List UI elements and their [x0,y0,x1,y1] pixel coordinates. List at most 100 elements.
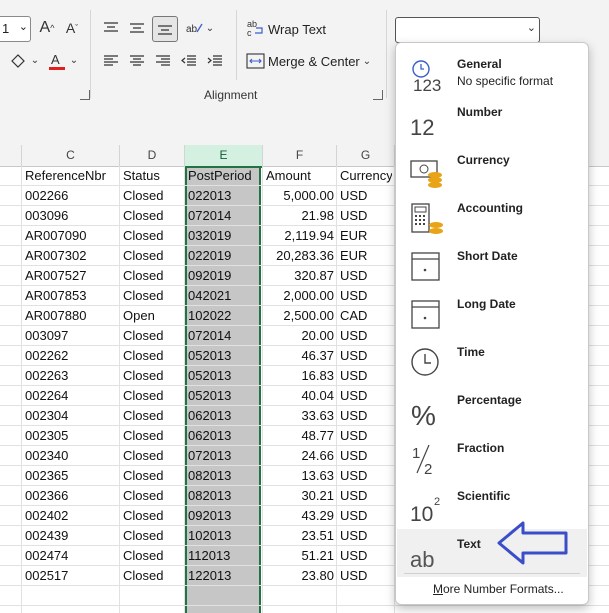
table-cell[interactable]: 002402 [25,506,117,526]
table-cell[interactable]: 5,000.00 [266,186,334,206]
table-cell[interactable]: Closed [123,326,182,346]
header-cell[interactable]: Amount [266,166,334,186]
column-header-d[interactable]: D [120,145,185,167]
table-cell[interactable]: Closed [123,506,182,526]
font-color-dropdown[interactable]: ⌄ [69,54,79,66]
number-format-item-short-date[interactable]: Short Date [397,241,587,289]
table-cell[interactable]: Closed [123,486,182,506]
table-cell[interactable]: USD [340,486,392,506]
table-cell[interactable]: 092019 [188,266,260,286]
number-format-item-currency[interactable]: Currency [397,145,587,193]
fill-color-dropdown[interactable]: ⌄ [30,54,40,66]
column-header-e[interactable]: E [185,145,263,168]
fill-color-button[interactable] [6,50,32,72]
table-cell[interactable]: 122013 [188,566,260,586]
table-cell[interactable]: 13.63 [266,466,334,486]
table-cell[interactable]: AR007302 [25,246,117,266]
table-cell[interactable]: 112013 [188,546,260,566]
number-format-combobox[interactable]: ⌄ [395,17,540,43]
table-cell[interactable]: 2,000.00 [266,286,334,306]
more-number-formats-link[interactable]: More Number Formats... [433,582,564,596]
table-cell[interactable]: USD [340,446,392,466]
table-cell[interactable]: 002263 [25,366,117,386]
table-cell[interactable]: 40.04 [266,386,334,406]
table-cell[interactable]: 102022 [188,306,260,326]
table-cell[interactable]: 082013 [188,486,260,506]
table-cell[interactable]: 002264 [25,386,117,406]
header-cell[interactable]: ReferenceNbr [25,166,117,186]
align-right-button[interactable] [152,50,174,72]
column-header-c[interactable]: C [22,145,120,167]
table-cell[interactable]: Closed [123,426,182,446]
table-cell[interactable]: 002266 [25,186,117,206]
merge-center-button[interactable] [246,51,266,71]
table-cell[interactable]: 24.66 [266,446,334,466]
table-cell[interactable]: USD [340,426,392,446]
table-cell[interactable]: USD [340,466,392,486]
font-size-combobox[interactable]: 1 ⌄ [0,16,31,42]
table-cell[interactable]: 042021 [188,286,260,306]
table-cell[interactable]: 2,500.00 [266,306,334,326]
merge-center-label[interactable]: Merge & Center [268,54,360,69]
orientation-button[interactable]: ab [183,17,205,39]
number-format-item-number[interactable]: 12 Number [397,97,587,145]
table-cell[interactable]: 21.98 [266,206,334,226]
table-cell[interactable]: 33.63 [266,406,334,426]
number-format-item-percentage[interactable]: % Percentage [397,385,587,433]
table-cell[interactable]: Closed [123,346,182,366]
table-cell[interactable]: 072014 [188,326,260,346]
top-align-button[interactable] [100,17,122,39]
table-cell[interactable]: 20,283.36 [266,246,334,266]
table-cell[interactable]: USD [340,266,392,286]
table-cell[interactable]: 002304 [25,406,117,426]
table-cell[interactable]: 48.77 [266,426,334,446]
increase-indent-button[interactable] [204,50,226,72]
align-left-button[interactable] [100,50,122,72]
table-cell[interactable]: 052013 [188,386,260,406]
increase-font-size-button[interactable]: A ^ [37,18,57,38]
table-cell[interactable]: Closed [123,226,182,246]
table-cell[interactable]: USD [340,186,392,206]
table-cell[interactable]: 003096 [25,206,117,226]
table-cell[interactable]: USD [340,406,392,426]
table-cell[interactable]: AR007527 [25,266,117,286]
table-cell[interactable]: 23.80 [266,566,334,586]
wrap-text-label[interactable]: Wrap Text [268,22,326,37]
table-cell[interactable]: 2,119.94 [266,226,334,246]
table-cell[interactable]: USD [340,506,392,526]
table-cell[interactable]: Open [123,306,182,326]
align-center-button[interactable] [126,50,148,72]
number-format-item-time[interactable]: Time [397,337,587,385]
table-cell[interactable]: 002262 [25,346,117,366]
table-cell[interactable]: 092013 [188,506,260,526]
table-cell[interactable]: 320.87 [266,266,334,286]
table-cell[interactable]: Closed [123,266,182,286]
table-cell[interactable]: Closed [123,406,182,426]
table-cell[interactable]: 022013 [188,186,260,206]
table-cell[interactable]: 20.00 [266,326,334,346]
header-cell[interactable]: Status [123,166,182,186]
table-cell[interactable]: 062013 [188,426,260,446]
table-cell[interactable]: 002305 [25,426,117,446]
column-header-g[interactable]: G [337,145,395,167]
table-cell[interactable]: 102013 [188,526,260,546]
table-cell[interactable]: USD [340,366,392,386]
wrap-text-button[interactable]: ab c [246,18,266,38]
table-cell[interactable]: Closed [123,466,182,486]
table-cell[interactable]: USD [340,326,392,346]
table-cell[interactable]: Closed [123,246,182,266]
header-cell[interactable]: PostPeriod [188,166,260,186]
select-all-corner[interactable] [0,145,22,167]
table-cell[interactable]: 46.37 [266,346,334,366]
table-cell[interactable]: 002439 [25,526,117,546]
decrease-font-size-button[interactable]: Aˇ [62,18,82,38]
orientation-dropdown[interactable]: ⌄ [205,22,215,34]
table-cell[interactable]: Closed [123,286,182,306]
table-cell[interactable]: 43.29 [266,506,334,526]
table-cell[interactable]: EUR [340,226,392,246]
middle-align-button[interactable] [126,17,148,39]
table-cell[interactable]: 30.21 [266,486,334,506]
table-cell[interactable]: 052013 [188,346,260,366]
table-cell[interactable]: 002474 [25,546,117,566]
table-cell[interactable]: AR007853 [25,286,117,306]
